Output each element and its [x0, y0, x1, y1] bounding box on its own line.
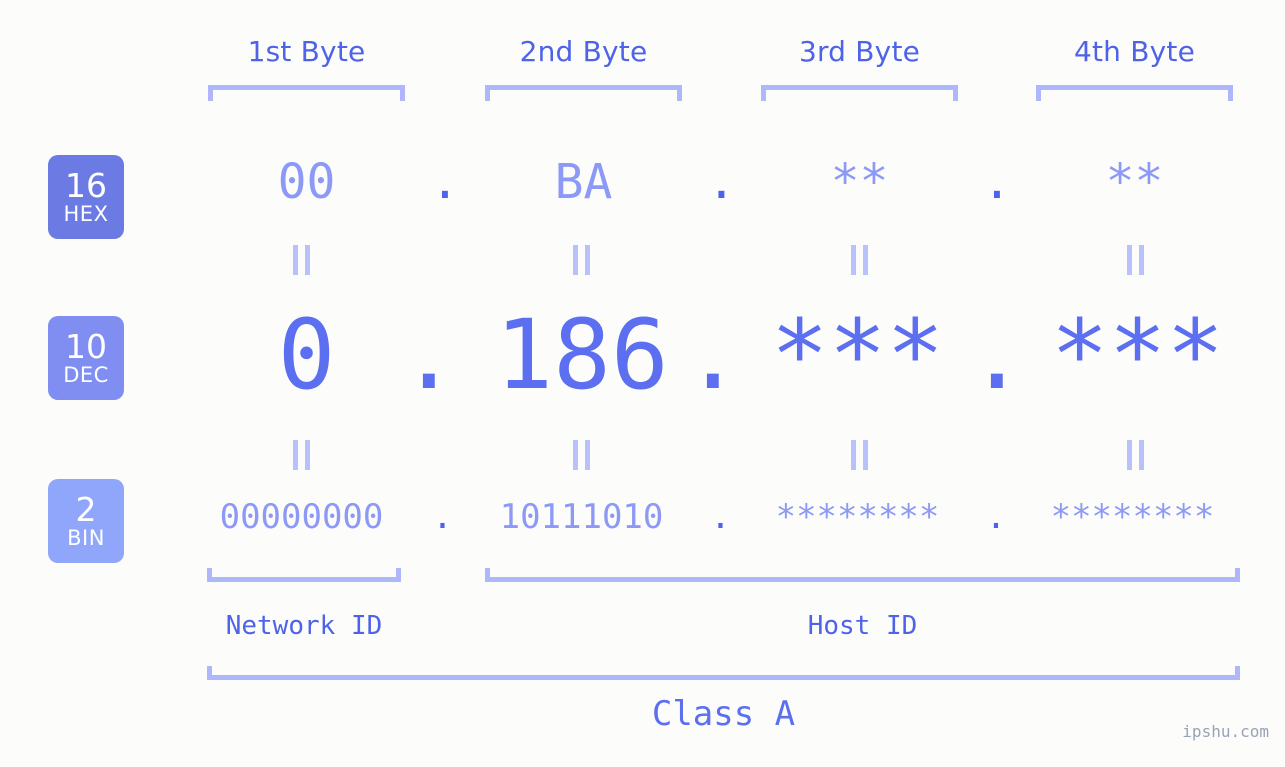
- base-badge-dec-number: 10: [65, 327, 107, 366]
- dec-separator-2: .: [684, 299, 742, 411]
- byte-bracket-2: [485, 85, 682, 101]
- bin-separator-2: .: [710, 497, 731, 537]
- hex-byte-3-value: **: [830, 154, 889, 210]
- base-badge-dec-name: DEC: [63, 363, 109, 387]
- equals-mark-dec-bin-3: [846, 440, 872, 470]
- class-bracket: [207, 666, 1240, 680]
- equals-mark-hex-dec-1: [288, 245, 314, 275]
- bin-separator-1: .: [432, 497, 453, 537]
- network-id-label: Network ID: [225, 611, 383, 641]
- base-badge-hex-name: HEX: [63, 202, 109, 226]
- bin-byte-2-value: 10111010: [499, 497, 664, 537]
- bin-separator-3: .: [985, 497, 1007, 537]
- byte-header-1: 1st Byte: [247, 35, 366, 68]
- dec-byte-2-value: 186: [495, 299, 669, 411]
- base-badge-dec: 10 DEC: [48, 316, 124, 400]
- byte-bracket-1: [208, 85, 405, 101]
- byte-bracket-4: [1036, 85, 1233, 101]
- base-badge-bin-name: BIN: [67, 526, 105, 550]
- equals-mark-hex-dec-4: [1122, 245, 1148, 275]
- byte-header-4: 4th Byte: [1073, 35, 1196, 68]
- equals-mark-dec-bin-1: [288, 440, 314, 470]
- dec-byte-3-value: ***: [770, 299, 945, 411]
- equals-mark-dec-bin-2: [568, 440, 594, 470]
- byte-header-2: 2nd Byte: [519, 35, 648, 68]
- ip-byte-breakdown-diagram: 1st Byte 2nd Byte 3rd Byte 4th Byte 16 H…: [0, 0, 1285, 767]
- bin-byte-1-value: 00000000: [219, 497, 384, 537]
- network-id-bracket: [207, 568, 401, 582]
- host-id-label: Host ID: [807, 611, 918, 641]
- base-badge-bin: 2 BIN: [48, 479, 124, 563]
- dec-byte-4-value: ***: [1050, 299, 1225, 411]
- hex-byte-4-value: **: [1105, 154, 1164, 210]
- hex-byte-2-value: BA: [554, 154, 613, 210]
- equals-mark-hex-dec-3: [846, 245, 872, 275]
- watermark: ipshu.com: [1182, 722, 1269, 741]
- base-badge-hex: 16 HEX: [48, 155, 124, 239]
- class-label: Class A: [651, 694, 796, 734]
- base-badge-bin-number: 2: [75, 490, 97, 529]
- byte-bracket-3: [761, 85, 958, 101]
- dec-byte-1-value: 0: [277, 299, 336, 411]
- equals-mark-hex-dec-2: [568, 245, 594, 275]
- bin-byte-4-value: ********: [1050, 497, 1215, 537]
- byte-header-3: 3rd Byte: [798, 35, 921, 68]
- hex-separator-1: .: [430, 154, 460, 210]
- host-id-bracket: [485, 568, 1240, 582]
- equals-mark-dec-bin-4: [1122, 440, 1148, 470]
- dec-separator-3: .: [968, 299, 1026, 411]
- hex-separator-3: .: [982, 154, 1012, 210]
- dec-separator-1: .: [400, 299, 458, 411]
- hex-separator-2: .: [707, 154, 736, 210]
- hex-byte-1-value: 00: [277, 154, 336, 210]
- base-badge-hex-number: 16: [65, 166, 107, 205]
- bin-byte-3-value: ********: [775, 497, 940, 537]
